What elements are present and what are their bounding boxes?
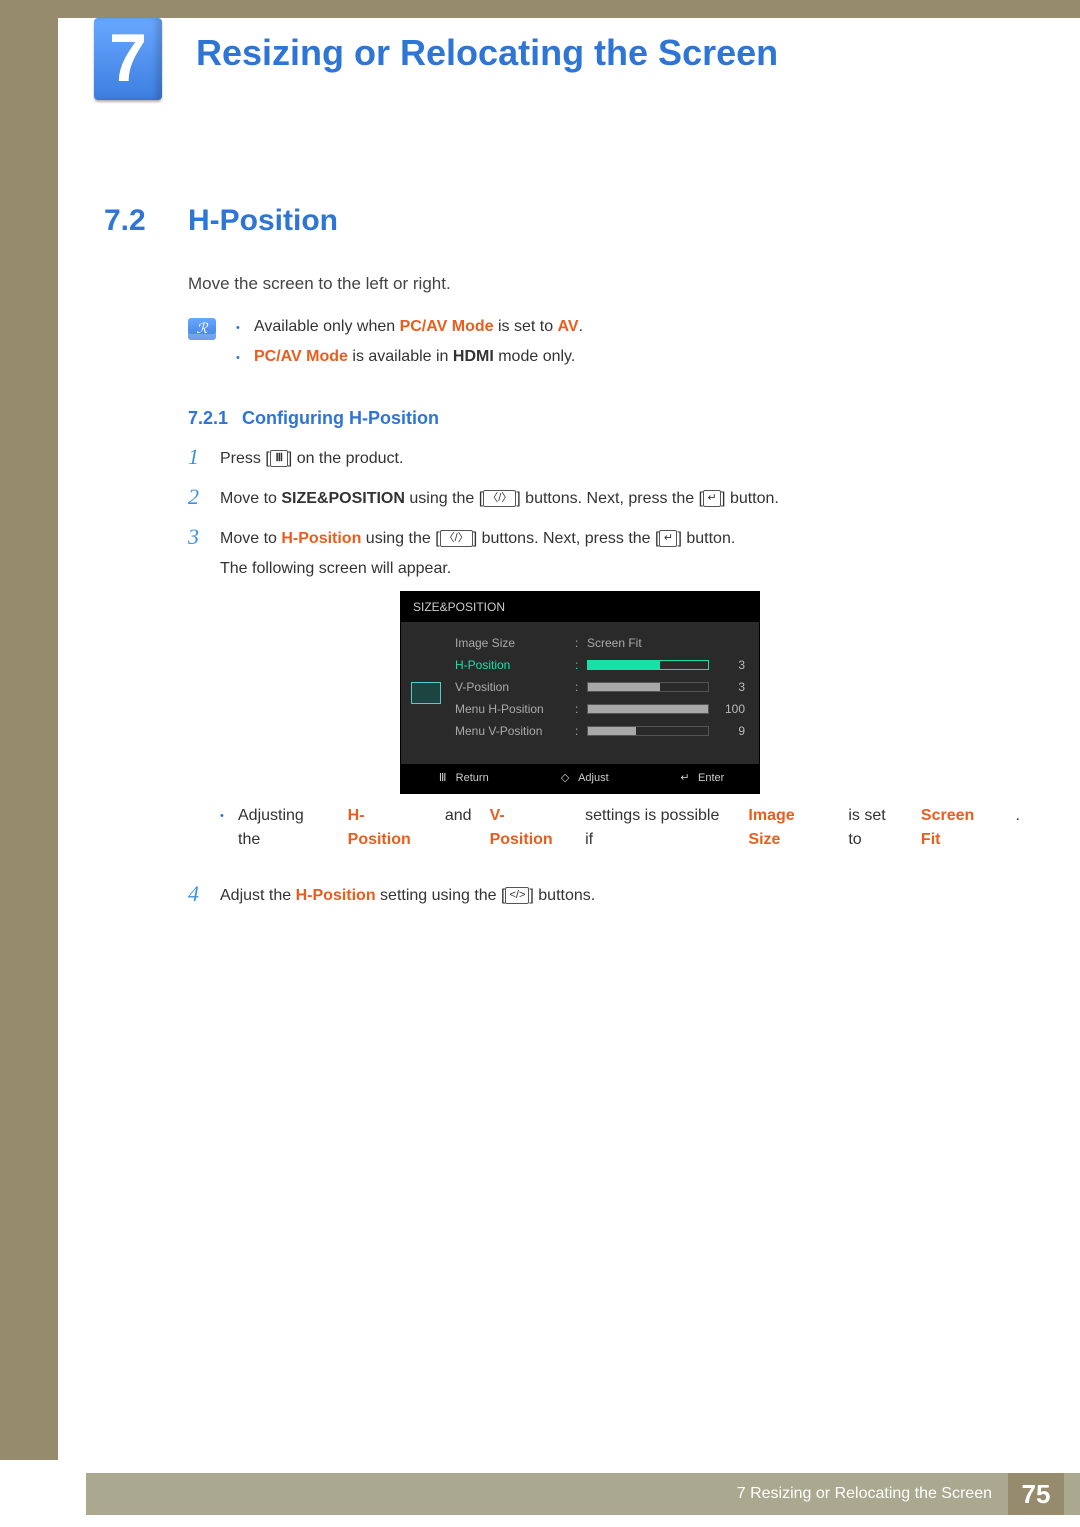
section-intro: Move the screen to the left or right. bbox=[188, 274, 1020, 294]
step-number: 4 bbox=[188, 884, 202, 904]
step-4: 4 Adjust the H-Position setting using th… bbox=[188, 884, 1020, 908]
step-number: 2 bbox=[188, 487, 202, 507]
step-2: 2 Move to SIZE&POSITION using the [〈/〉] … bbox=[188, 487, 1020, 511]
subsection-number: 7.2.1 bbox=[188, 408, 228, 429]
enter-button-icon: ↵ bbox=[659, 530, 677, 547]
osd-row-menu-v-position: Menu V-Position: 9 bbox=[401, 720, 759, 742]
osd-title: SIZE&POSITION bbox=[401, 592, 759, 622]
menu-button-icon: Ⅲ bbox=[270, 450, 288, 467]
osd-adjust: ◇Adjust bbox=[558, 770, 609, 787]
chapter-number-tab: 7 bbox=[94, 18, 162, 100]
up-down-button-icon: 〈/〉 bbox=[483, 490, 516, 507]
footer-text: 7 Resizing or Relocating the Screen bbox=[737, 1473, 992, 1515]
step-number: 1 bbox=[188, 447, 202, 467]
step-3: 3 Move to H-Position using the [〈/〉] but… bbox=[188, 527, 1020, 868]
section-number: 7.2 bbox=[104, 204, 188, 238]
osd-enter: ↵Enter bbox=[678, 770, 724, 787]
section-title: H-Position bbox=[188, 204, 338, 238]
osd-row-h-position: H-Position: 3 bbox=[401, 654, 759, 676]
left-right-button-icon: </> bbox=[505, 887, 529, 904]
note-bullets: Available only when PC/AV Mode is set to… bbox=[236, 318, 583, 378]
adjust-icon: ◇ bbox=[558, 770, 572, 787]
up-down-button-icon: 〈/〉 bbox=[440, 530, 473, 547]
enter-button-icon: ↵ bbox=[703, 490, 721, 507]
note-icon: ℛ bbox=[188, 318, 216, 340]
osd-row-image-size: Image Size: Screen Fit bbox=[401, 632, 759, 654]
osd-menu: SIZE&POSITION Image Size: Screen Fit H-P… bbox=[400, 591, 760, 794]
left-sidebar bbox=[0, 0, 58, 1460]
osd-category-icon bbox=[411, 682, 441, 704]
chapter-title: Resizing or Relocating the Screen bbox=[196, 32, 798, 74]
page-number: 75 bbox=[1008, 1473, 1064, 1515]
enter-icon: ↵ bbox=[678, 770, 692, 787]
page-footer: 7 Resizing or Relocating the Screen 75 bbox=[0, 1470, 1080, 1527]
step-number: 3 bbox=[188, 527, 202, 547]
note-bullet-1: Available only when PC/AV Mode is set to… bbox=[236, 318, 583, 336]
return-icon: Ⅲ bbox=[436, 770, 450, 787]
osd-row-v-position: V-Position: 3 bbox=[401, 676, 759, 698]
step-3-bullet: Adjusting the H-Position and V-Position … bbox=[220, 804, 1020, 852]
osd-row-menu-h-position: Menu H-Position: 100 bbox=[401, 698, 759, 720]
osd-return: ⅢReturn bbox=[436, 770, 489, 787]
step-3-note: The following screen will appear. bbox=[220, 557, 1020, 581]
subsection-title: Configuring H-Position bbox=[242, 408, 439, 429]
note-bullet-2: PC/AV Mode is available in HDMI mode onl… bbox=[236, 348, 583, 366]
step-1: 1 Press [Ⅲ] on the product. bbox=[188, 447, 1020, 471]
